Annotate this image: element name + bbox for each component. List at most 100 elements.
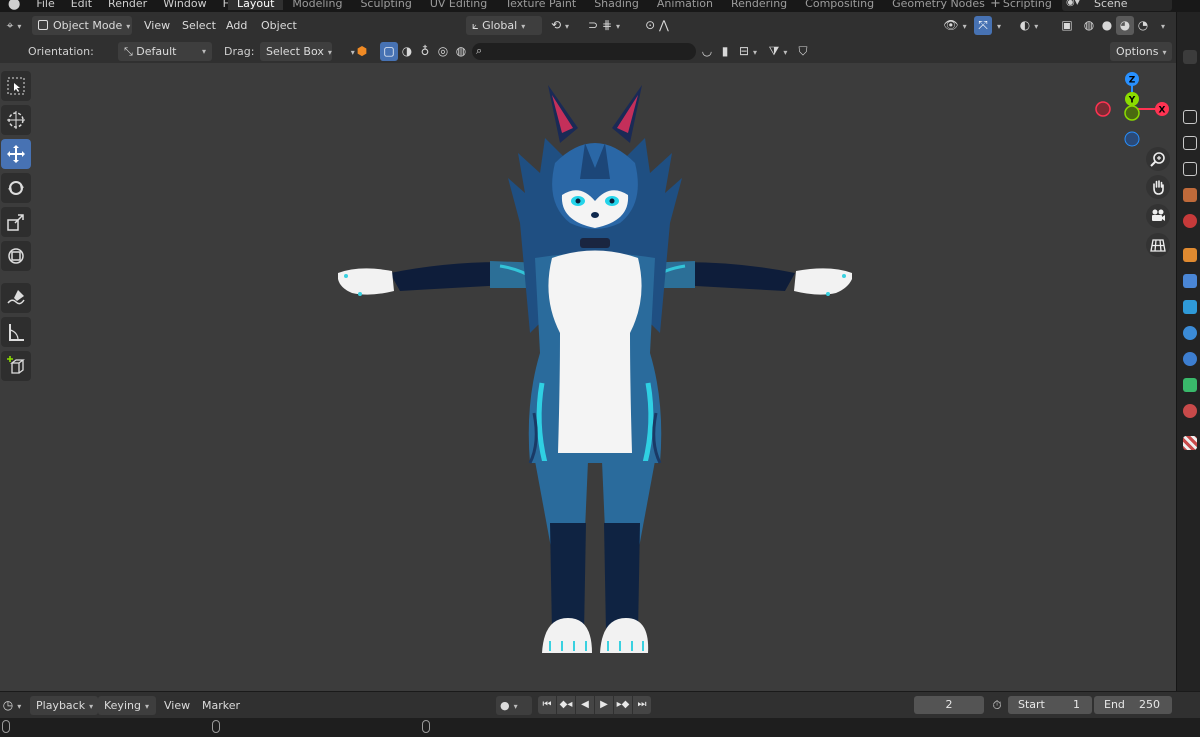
- overlays-icon[interactable]: ◐ ▾: [1014, 16, 1044, 35]
- play-reverse-icon[interactable]: ◀: [576, 696, 594, 714]
- annotate-tool[interactable]: [1, 283, 31, 313]
- tab-compositing[interactable]: Compositing: [796, 0, 883, 10]
- object-filter-light-icon[interactable]: ♁: [416, 42, 434, 61]
- visibility-icon[interactable]: 👁 ▾: [940, 16, 970, 35]
- menu-file[interactable]: File: [28, 0, 62, 10]
- timeline-editor-type-icon[interactable]: ◷ ▾: [0, 696, 24, 715]
- zoom-button[interactable]: [1146, 147, 1170, 171]
- camera-view-button[interactable]: [1146, 204, 1170, 228]
- play-icon[interactable]: ▶: [595, 696, 613, 714]
- object-properties-icon[interactable]: [1183, 248, 1197, 262]
- object-filter-material-icon[interactable]: ◑: [398, 42, 416, 61]
- proportional-edit-icon[interactable]: ⊙ ⋀: [632, 16, 682, 35]
- stopwatch-icon[interactable]: ⏱: [988, 696, 1006, 715]
- menu-view[interactable]: View: [138, 16, 176, 35]
- output-properties-icon[interactable]: [1183, 136, 1197, 150]
- pan-button[interactable]: [1146, 175, 1170, 199]
- drag-dropdown[interactable]: Select Box ▾: [260, 42, 332, 61]
- particles-properties-icon[interactable]: [1183, 300, 1197, 314]
- keying-dropdown[interactable]: Keying ▾: [98, 696, 156, 715]
- ortho-toggle-button[interactable]: [1146, 233, 1170, 257]
- material-shading-icon[interactable]: ◕: [1116, 16, 1134, 35]
- current-frame-field[interactable]: 2: [914, 696, 984, 714]
- tab-texture-paint[interactable]: Texture Paint: [496, 0, 585, 10]
- texture-properties-icon[interactable]: [1183, 436, 1197, 450]
- modifier-properties-icon[interactable]: [1183, 274, 1197, 288]
- tab-rendering[interactable]: Rendering: [722, 0, 796, 10]
- pivot-point-icon[interactable]: ⟲ ▾: [546, 16, 574, 35]
- material-properties-icon[interactable]: [1183, 404, 1197, 418]
- start-frame-field[interactable]: Start 1: [1008, 696, 1092, 714]
- view-layer-properties-icon[interactable]: [1183, 162, 1197, 176]
- shield-icon[interactable]: ⛉: [794, 42, 812, 61]
- jump-start-icon[interactable]: ⏮: [538, 696, 556, 714]
- mode-dropdown[interactable]: Object Mode ▾: [32, 16, 132, 35]
- select-box-tool[interactable]: [1, 71, 31, 101]
- snap-icon[interactable]: ⊃ ⋕ ▾: [580, 16, 628, 35]
- menu-edit[interactable]: Edit: [63, 0, 100, 10]
- prev-keyframe-icon[interactable]: ◆◂: [557, 696, 575, 714]
- menu-object[interactable]: Object: [255, 16, 303, 35]
- axis-neg-y-icon[interactable]: [1124, 105, 1140, 121]
- wireframe-shading-icon[interactable]: ◍: [1080, 16, 1098, 35]
- timeline-view-menu[interactable]: View: [158, 696, 196, 715]
- rotate-tool[interactable]: [1, 173, 31, 203]
- measure-tool[interactable]: [1, 317, 31, 347]
- navigation-gizmo[interactable]: Z Y X: [1090, 69, 1174, 153]
- search-input[interactable]: ⌕: [472, 43, 696, 60]
- tab-uv-editing[interactable]: UV Editing: [421, 0, 496, 10]
- cursor-tool[interactable]: [1, 105, 31, 135]
- add-cube-tool[interactable]: [1, 351, 31, 381]
- tab-sculpting[interactable]: Sculpting: [351, 0, 420, 10]
- rendered-shading-icon[interactable]: ◔: [1134, 16, 1152, 35]
- solid-shading-icon[interactable]: ●: [1098, 16, 1116, 35]
- world-properties-icon[interactable]: [1183, 214, 1197, 228]
- tab-shading[interactable]: Shading: [585, 0, 648, 10]
- orientation-dropdown[interactable]: ⤡ Default ▾: [118, 42, 212, 61]
- editor-type-icon[interactable]: ⌖ ▾: [2, 16, 26, 35]
- blender-logo-icon[interactable]: ⬤: [0, 0, 28, 10]
- bookmark-icon[interactable]: ▮: [716, 42, 734, 61]
- constraint-properties-icon[interactable]: [1183, 352, 1197, 366]
- playback-dropdown[interactable]: Playback ▾: [30, 696, 98, 715]
- axis-neg-x-icon[interactable]: [1095, 101, 1111, 117]
- 3d-viewport[interactable]: Z Y X: [0, 63, 1176, 691]
- menu-render[interactable]: Render: [100, 0, 155, 10]
- data-properties-icon[interactable]: [1183, 378, 1197, 392]
- chevron-down-icon[interactable]: ▾: [992, 16, 1006, 35]
- filter-icon[interactable]: ⧩ ▾: [764, 42, 792, 61]
- menu-add[interactable]: Add: [220, 16, 253, 35]
- tab-geometry-nodes[interactable]: Geometry Nodes: [883, 0, 994, 10]
- add-workspace-icon[interactable]: +: [990, 0, 1001, 11]
- tab-layout[interactable]: Layout: [228, 0, 284, 10]
- object-filter-world-icon[interactable]: ◎: [434, 42, 452, 61]
- sort-icon[interactable]: ⊟ ▾: [734, 42, 762, 61]
- end-frame-field[interactable]: End 250: [1094, 696, 1172, 714]
- tab-scripting[interactable]: Scripting: [994, 0, 1061, 10]
- scene-properties-icon[interactable]: [1183, 188, 1197, 202]
- auto-keying-toggle[interactable]: ● ▾: [496, 696, 532, 715]
- tab-modeling[interactable]: Modeling: [283, 0, 351, 10]
- chevron-down-icon[interactable]: ▾: [1154, 16, 1172, 35]
- physics-properties-icon[interactable]: [1183, 326, 1197, 340]
- options-dropdown[interactable]: Options ▾: [1110, 42, 1172, 61]
- tab-animation[interactable]: Animation: [648, 0, 722, 10]
- character-model[interactable]: [330, 83, 860, 663]
- filter-orphan-icon[interactable]: ◡: [698, 42, 716, 61]
- scale-tool[interactable]: [1, 207, 31, 237]
- object-filter-texture-icon[interactable]: ◍: [452, 42, 470, 61]
- menu-window[interactable]: Window: [155, 0, 214, 10]
- object-filter-mesh-icon[interactable]: ▢: [380, 42, 398, 61]
- transform-tool[interactable]: [1, 241, 31, 271]
- xray-icon[interactable]: ▣: [1058, 16, 1076, 35]
- render-properties-icon[interactable]: [1183, 110, 1197, 124]
- move-tool[interactable]: [1, 139, 31, 169]
- next-keyframe-icon[interactable]: ▸◆: [614, 696, 632, 714]
- selectability-icon[interactable]: ▾ ⬢: [344, 42, 374, 61]
- jump-end-icon[interactable]: ⏭: [633, 696, 651, 714]
- axis-neg-z-icon[interactable]: [1124, 131, 1140, 147]
- tool-properties-icon[interactable]: [1183, 50, 1197, 64]
- menu-select[interactable]: Select: [176, 16, 222, 35]
- scene-selector[interactable]: ◉▾ Scene: [1062, 0, 1172, 11]
- gizmo-toggle-icon[interactable]: ⤧: [974, 16, 992, 35]
